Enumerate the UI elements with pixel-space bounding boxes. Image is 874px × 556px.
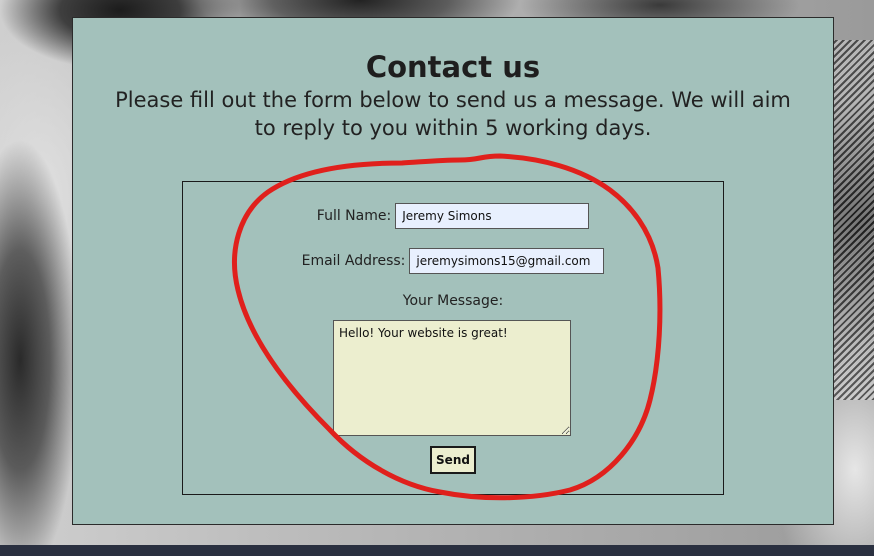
full-name-input[interactable] (395, 203, 590, 229)
email-input[interactable] (409, 248, 605, 274)
page-subtitle: Please fill out the form below to send u… (115, 88, 791, 140)
full-name-label: Full Name: (316, 208, 392, 224)
message-textarea[interactable]: Hello! Your website is great! (333, 320, 571, 436)
message-label: Your Message: (402, 293, 504, 309)
full-name-row: Full Name: (183, 203, 723, 229)
email-row: Email Address: (183, 248, 723, 274)
contact-form: Full Name: Email Address: Your Message: … (182, 181, 724, 495)
bottom-bar (0, 545, 874, 556)
page-title: Contact us (365, 50, 541, 84)
send-button[interactable]: Send (430, 446, 476, 474)
email-label: Email Address: (301, 253, 406, 269)
message-row: Your Message: (183, 293, 723, 309)
contact-card: Contact us Please fill out the form belo… (72, 17, 834, 525)
